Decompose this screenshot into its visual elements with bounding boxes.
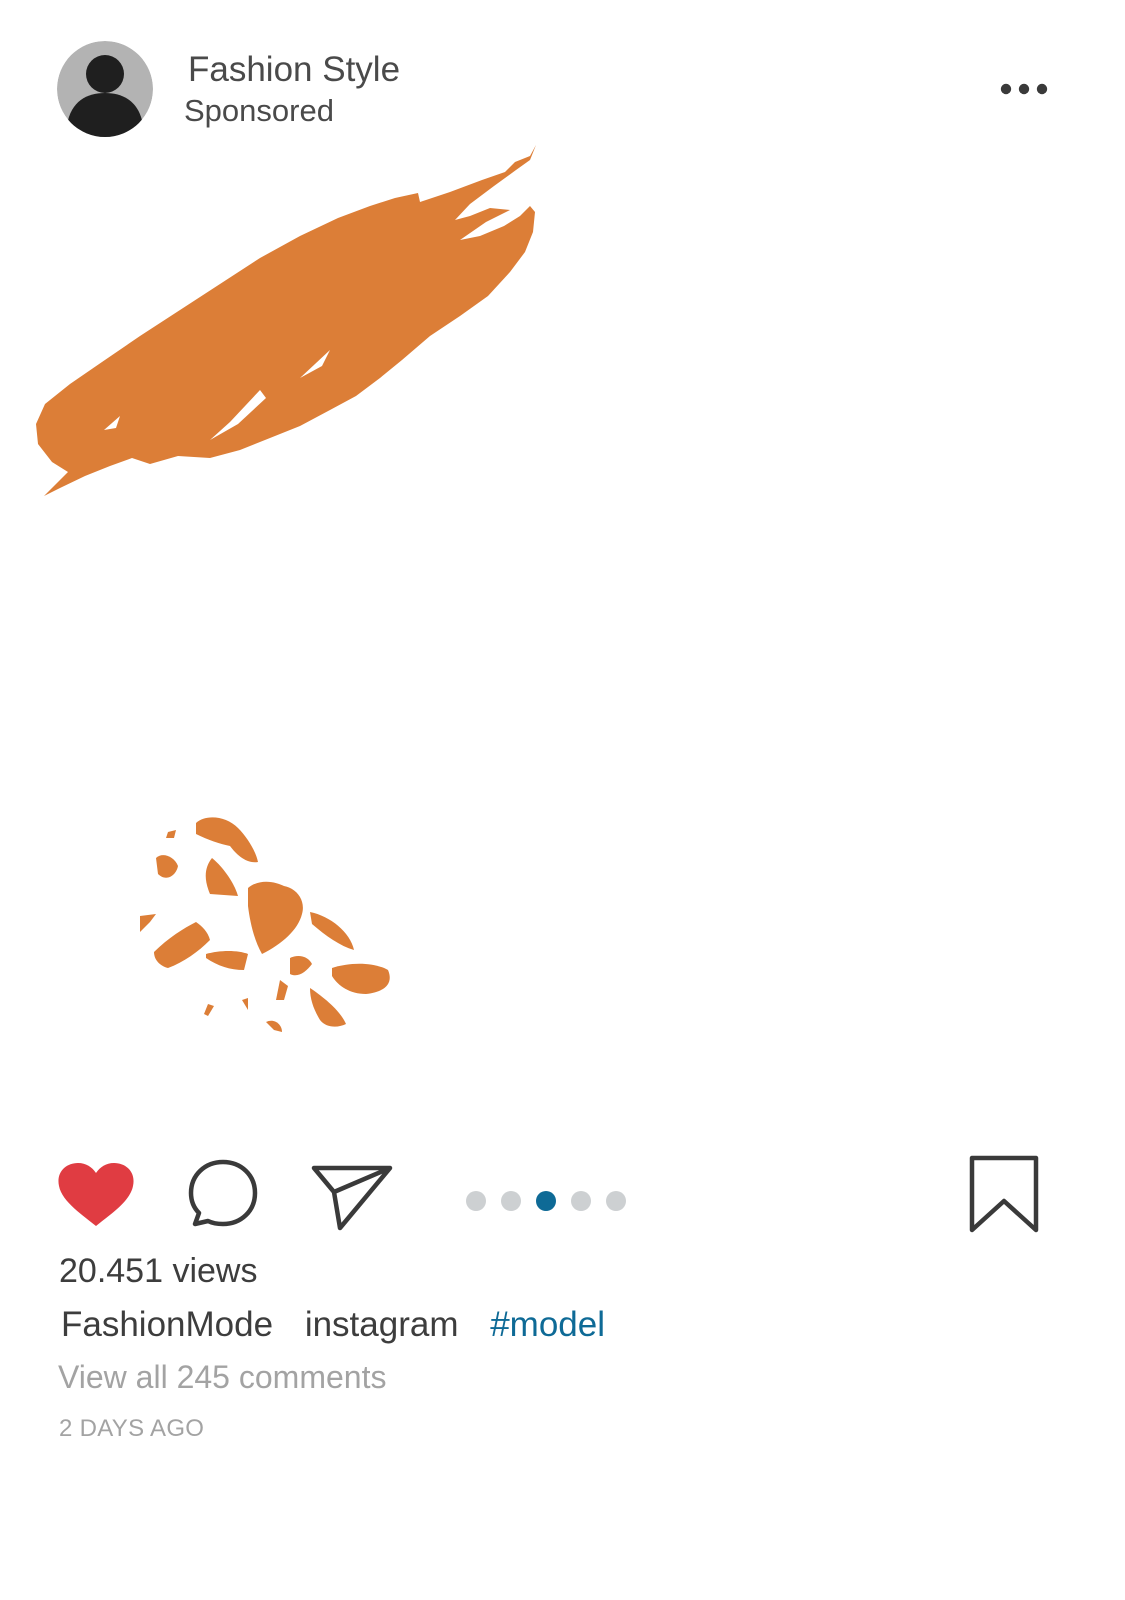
caption-hashtag[interactable]: #model bbox=[490, 1305, 605, 1344]
post-caption: FashionMode instagram #model bbox=[61, 1305, 627, 1345]
heart-icon bbox=[58, 1163, 134, 1226]
caption-text: instagram bbox=[304, 1305, 459, 1344]
carousel-dot bbox=[536, 1191, 556, 1211]
sponsored-label: Sponsored bbox=[184, 93, 334, 128]
post-header: Fashion Style Sponsored bbox=[0, 0, 1125, 140]
post-actions-bar bbox=[0, 1150, 1125, 1240]
cookie-crumbs-graphic bbox=[140, 817, 390, 1032]
view-all-comments-link[interactable]: View all 245 comments bbox=[58, 1359, 386, 1396]
brush-stroke-graphic bbox=[36, 145, 536, 496]
more-options-button[interactable] bbox=[994, 74, 1054, 104]
carousel-dot bbox=[466, 1191, 486, 1211]
post-image bbox=[36, 145, 536, 1032]
save-button[interactable] bbox=[968, 1154, 1040, 1234]
like-button[interactable] bbox=[56, 1160, 136, 1230]
account-name[interactable]: Fashion Style bbox=[188, 50, 400, 90]
carousel-dot bbox=[571, 1191, 591, 1211]
views-count[interactable]: 20.451 views bbox=[59, 1252, 257, 1291]
comment-icon bbox=[188, 1159, 258, 1227]
post-timestamp: 2 DAYS AGO bbox=[59, 1415, 205, 1442]
person-avatar-icon bbox=[57, 41, 153, 137]
share-button[interactable] bbox=[310, 1158, 394, 1232]
carousel-dot bbox=[501, 1191, 521, 1211]
post-media[interactable] bbox=[0, 140, 1125, 1140]
bookmark-icon bbox=[969, 1155, 1039, 1233]
paper-plane-icon bbox=[311, 1165, 393, 1231]
more-horizontal-icon bbox=[1000, 83, 1048, 95]
carousel-dot bbox=[606, 1191, 626, 1211]
comment-button[interactable] bbox=[186, 1156, 260, 1230]
avatar[interactable] bbox=[57, 41, 153, 137]
caption-username[interactable]: FashionMode bbox=[61, 1305, 273, 1344]
